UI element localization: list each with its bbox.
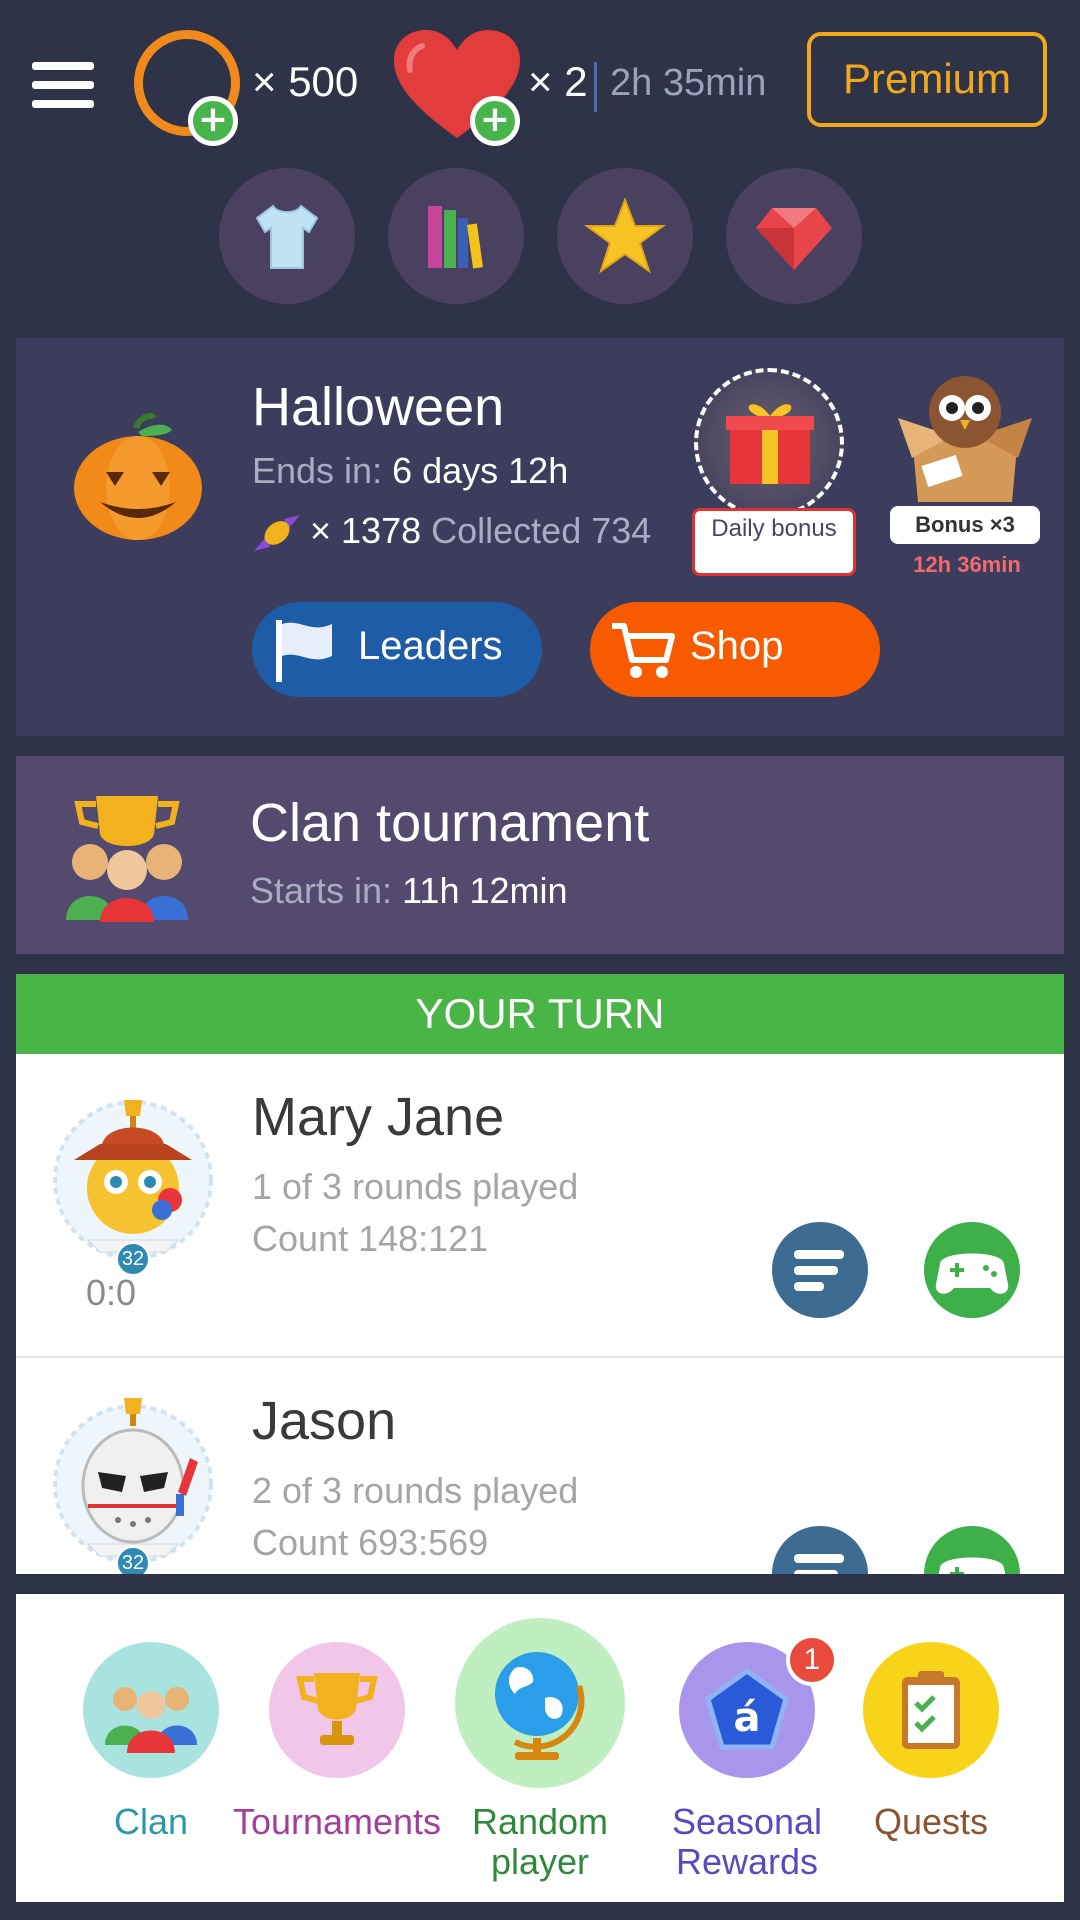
clipboard-icon (863, 1642, 999, 1778)
nav-seasonal-rewards-label: Seasonal Rewards (671, 1801, 823, 1882)
list-icon (794, 1554, 844, 1574)
play-button[interactable] (924, 1222, 1020, 1318)
leaders-button[interactable]: Leaders (252, 602, 542, 697)
opponent-name: Mary Jane (252, 1087, 505, 1147)
daily-bonus-label: Daily bonus (692, 508, 856, 576)
bonus-box-button[interactable]: Bonus ×3 12h 36min (882, 366, 1052, 577)
games-list: 32 0:0 Mary Jane 1 of 3 rounds played Co… (16, 1054, 1064, 1574)
score: 0:0 (86, 1272, 137, 1313)
cart-icon (612, 623, 675, 678)
seasonal-rewards-badge: 1 (786, 1634, 838, 1686)
nav-tournaments-label: Tournaments (232, 1801, 442, 1842)
books-icon[interactable] (388, 168, 524, 304)
level-badge: 32 (116, 1242, 150, 1276)
bottom-nav: Clan Tournaments Random player á 1 Seaso… (16, 1594, 1064, 1902)
clan-icon (83, 1642, 219, 1778)
opponent-name: Jason (252, 1391, 397, 1451)
pumpkin-icon (74, 413, 202, 540)
game-row[interactable]: 32 0:0 Mary Jane 1 of 3 rounds played Co… (16, 1054, 1064, 1358)
game-row[interactable]: 32 Jason 2 of 3 rounds played Count 693:… (16, 1358, 1064, 1574)
add-coins-button[interactable]: + (188, 96, 238, 146)
flag-icon (276, 620, 332, 682)
event-card: Halloween Ends in: 6 days 12h × 1378 Col… (16, 338, 1064, 736)
menu-icon[interactable] (32, 62, 94, 108)
candy-icon (254, 515, 300, 552)
add-lives-button[interactable]: + (470, 96, 520, 146)
rounds-played: 2 of 3 rounds played (252, 1470, 579, 1511)
gamepad-icon (935, 1253, 1009, 1294)
play-button[interactable] (924, 1526, 1020, 1574)
list-icon (794, 1250, 844, 1291)
gift-icon (726, 404, 814, 484)
rounds-played: 1 of 3 rounds played (252, 1166, 579, 1207)
star-icon[interactable] (557, 168, 693, 304)
nav-random-player-label: Random player (471, 1801, 609, 1882)
premium-button[interactable]: Premium (807, 32, 1047, 127)
leaders-label: Leaders (358, 624, 503, 668)
nav-quests-label: Quests (873, 1801, 989, 1842)
game-details-button[interactable] (772, 1222, 868, 1318)
nav-seasonal-rewards[interactable]: á 1 Seasonal Rewards (662, 1622, 838, 1882)
daily-bonus-button[interactable]: Daily bonus (676, 368, 866, 576)
nav-quests[interactable]: Quests (846, 1622, 1016, 1882)
nav-random-player[interactable]: Random player (455, 1618, 625, 1882)
clan-tournament-starts: Starts in: 11h 12min (250, 870, 568, 911)
event-title: Halloween (252, 377, 505, 437)
game-count: Count 148:121 (252, 1218, 489, 1259)
divider (594, 62, 597, 112)
category-row (0, 168, 1080, 304)
avatar: 32 (48, 1396, 218, 1574)
candy-row: × 1378 Collected 734 (252, 510, 651, 555)
game-count: Count 693:569 (252, 1522, 489, 1563)
nav-clan-label: Clan (113, 1801, 189, 1842)
globe-icon (455, 1618, 625, 1788)
bonus-label: Bonus ×3 (890, 506, 1040, 544)
clan-trophy-icon (66, 796, 188, 922)
svg-text:á: á (734, 1695, 761, 1741)
gem-icon[interactable] (726, 168, 862, 304)
level-badge: 32 (116, 1546, 150, 1574)
top-bar: + × 500 + × 2 2h 35min Premium (0, 0, 1080, 165)
owl-box-icon (898, 376, 1032, 502)
bonus-timer: 12h 36min (913, 552, 1021, 577)
shop-label: Shop (690, 624, 784, 668)
shop-button[interactable]: Shop (590, 602, 880, 697)
avatar: 32 (48, 1092, 218, 1276)
gamepad-icon (938, 1557, 1006, 1574)
tshirt-icon[interactable] (219, 168, 355, 304)
lives-timer: 2h 35min (610, 62, 767, 104)
lives-count: × 2 (528, 58, 588, 105)
trophy-icon (269, 1642, 405, 1778)
event-ends: Ends in: 6 days 12h (252, 450, 569, 491)
coin-count: × 500 (252, 58, 359, 105)
clan-tournament-card[interactable]: Clan tournament Starts in: 11h 12min (16, 756, 1064, 954)
clan-tournament-title: Clan tournament (250, 793, 650, 853)
nav-clan[interactable]: Clan (66, 1622, 236, 1882)
nav-tournaments[interactable]: Tournaments (233, 1622, 441, 1882)
game-details-button[interactable] (772, 1526, 868, 1574)
your-turn-header: YOUR TURN (16, 974, 1064, 1054)
